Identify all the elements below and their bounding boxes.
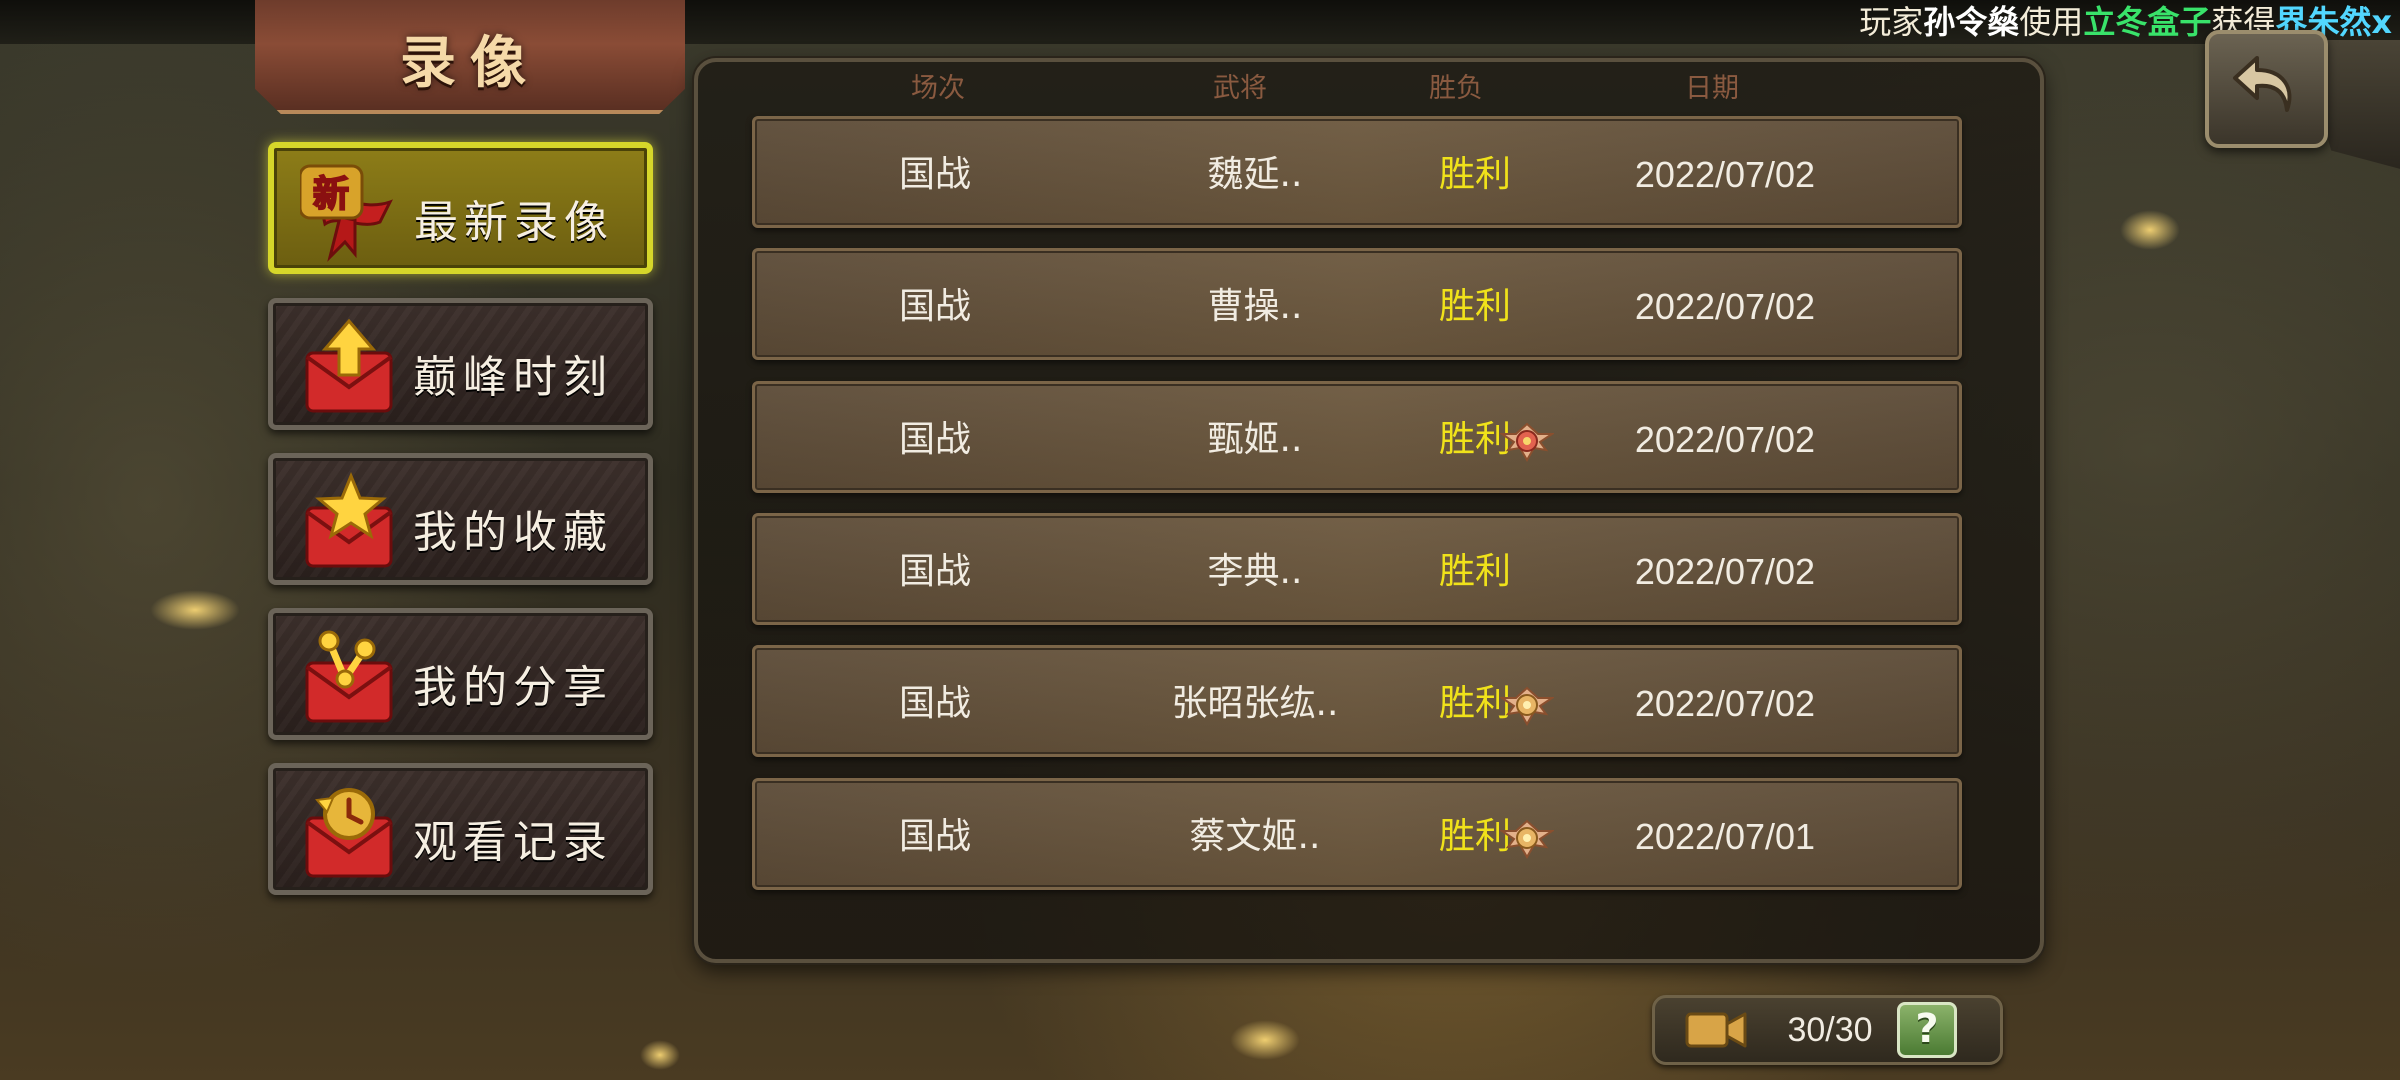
mvp-medal-icon	[1500, 686, 1554, 726]
page-title: 录像	[400, 30, 540, 96]
mvp-medal-icon	[1500, 819, 1554, 859]
row-date: 2022/07/02	[1634, 419, 1816, 460]
replay-row[interactable]: 国战 李典.. 胜利 2022/07/02	[752, 513, 1962, 625]
replay-row[interactable]: 国战 张昭张纮.. 胜利 2022/07/02	[752, 645, 1962, 757]
row-general: 曹操..	[1207, 286, 1303, 327]
red-envelope-history-icon	[305, 788, 393, 878]
menu-label: 最新录像	[414, 197, 614, 248]
row-mode: 国战	[898, 419, 971, 460]
red-envelope-up-arrow-icon	[305, 318, 393, 413]
row-mode: 国战	[898, 551, 971, 592]
replay-row[interactable]: 国战 甄姬.. 胜利 2022/07/02	[752, 381, 1962, 493]
back-button[interactable]	[2205, 30, 2328, 148]
replay-count: 30/30	[1787, 1011, 1873, 1049]
decor-spark	[150, 590, 240, 630]
decor-spark	[1230, 1020, 1300, 1060]
notice-item-name: 立冬盒子	[2083, 3, 2212, 41]
help-button[interactable]: ?	[1897, 1002, 1957, 1058]
row-date: 2022/07/02	[1634, 154, 1816, 195]
replay-row[interactable]: 国战 蔡文姬.. 胜利 2022/07/01	[752, 778, 1962, 890]
menu-latest-replays[interactable]: 新 最新录像	[268, 142, 653, 274]
notice-verb: 使用	[2019, 3, 2084, 41]
menu-peak-moments[interactable]: 巅峰时刻	[268, 298, 653, 430]
replay-row[interactable]: 国战 魏延.. 胜利 2022/07/02	[752, 116, 1962, 228]
menu-label: 我的分享	[413, 662, 613, 713]
menu-label: 巅峰时刻	[413, 352, 613, 403]
menu-label: 我的收藏	[413, 507, 613, 558]
menu-my-favorites[interactable]: 我的收藏	[268, 453, 653, 585]
row-result: 胜利	[1438, 286, 1511, 327]
red-envelope-share-icon	[305, 630, 393, 723]
row-general: 甄姬..	[1207, 419, 1303, 460]
replay-storage-counter: 30/30 ?	[1652, 995, 2003, 1065]
menu-my-shares[interactable]: 我的分享	[268, 608, 653, 740]
decor-spark	[640, 1040, 680, 1070]
row-general: 蔡文姬..	[1189, 816, 1321, 857]
row-general: 张昭张纮..	[1171, 683, 1339, 724]
replay-row[interactable]: 国战 曹操.. 胜利 2022/07/02	[752, 248, 1962, 360]
column-header-date: 日期	[1685, 73, 1739, 104]
notice-player-name: 孙令燊	[1923, 3, 2020, 41]
row-result: 胜利	[1438, 154, 1511, 195]
column-header-mode: 场次	[911, 73, 965, 104]
mvp-medal-icon	[1500, 422, 1554, 462]
row-general: 李典..	[1207, 551, 1303, 592]
menu-label: 观看记录	[413, 817, 613, 868]
notice-prefix: 玩家	[1859, 3, 1924, 41]
row-date: 2022/07/02	[1634, 551, 1816, 592]
row-mode: 国战	[898, 816, 971, 857]
decor-spark	[2120, 210, 2180, 250]
row-mode: 国战	[898, 154, 971, 195]
svg-text:新: 新	[313, 174, 349, 215]
row-date: 2022/07/01	[1634, 816, 1816, 857]
row-mode: 国战	[898, 286, 971, 327]
column-header-result: 胜负	[1429, 73, 1483, 104]
column-header-general: 武将	[1213, 73, 1267, 104]
back-arrow-icon	[2233, 56, 2292, 112]
row-date: 2022/07/02	[1634, 286, 1816, 327]
row-result: 胜利	[1438, 551, 1511, 592]
red-envelope-star-icon	[305, 472, 393, 568]
new-ribbon-icon: 新	[300, 164, 393, 262]
replay-screen: 玩家孙令燊使用立冬盒子获得界朱然x 录像 新 最新录像 巅峰时刻 我的收藏 我的…	[0, 0, 2400, 1080]
menu-watch-history[interactable]: 观看记录	[268, 763, 653, 895]
row-date: 2022/07/02	[1634, 683, 1816, 724]
video-camera-icon	[1685, 1012, 1747, 1048]
row-general: 魏延..	[1207, 154, 1303, 195]
row-mode: 国战	[898, 683, 971, 724]
